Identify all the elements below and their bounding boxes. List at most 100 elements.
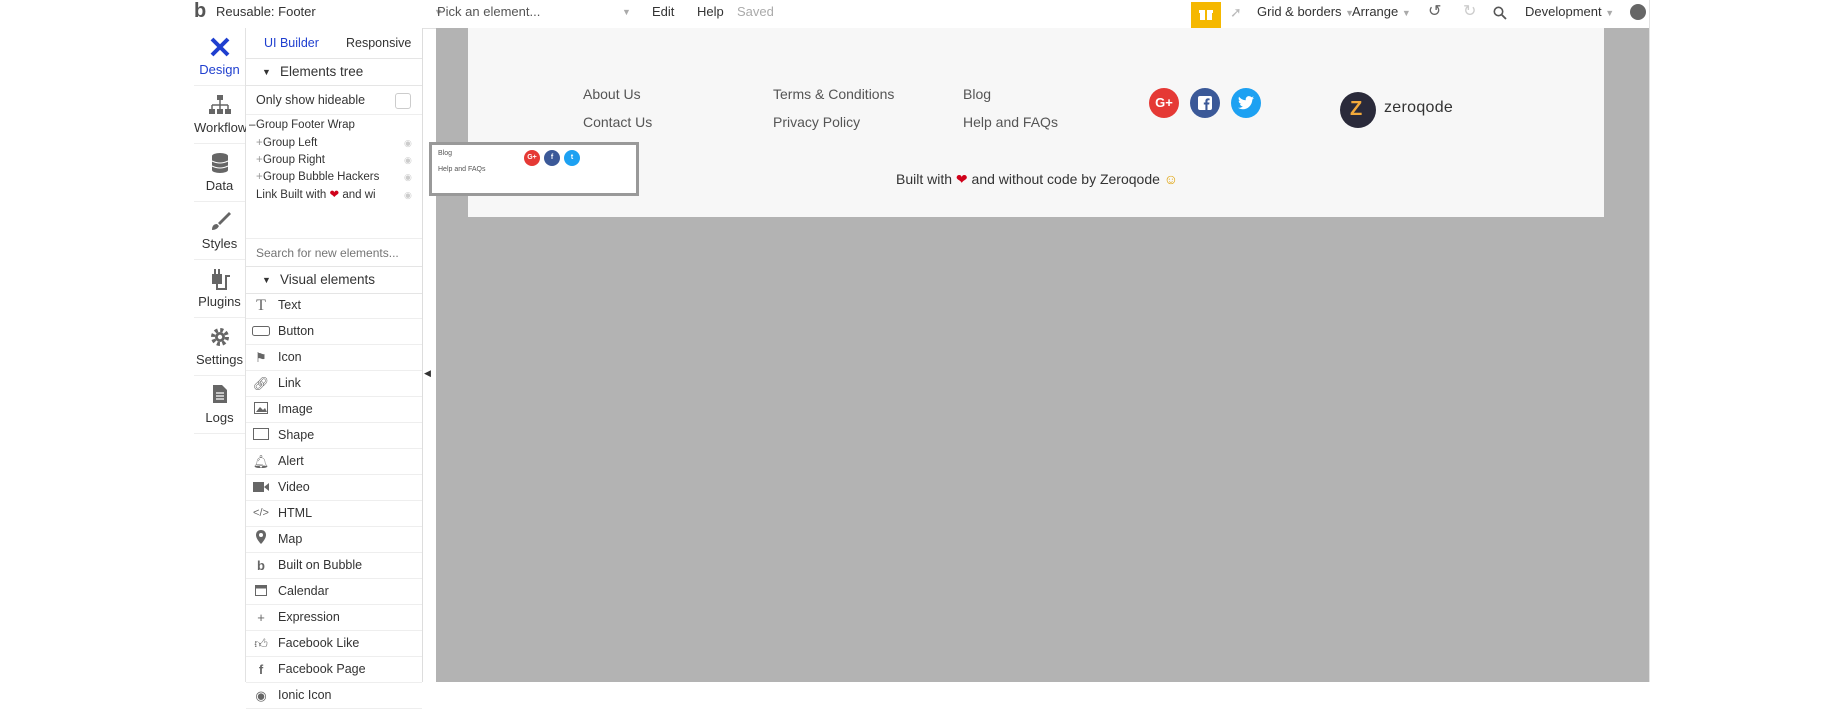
tab-ui-builder[interactable]: UI Builder xyxy=(264,28,319,58)
cursor-icon[interactable]: ➚ xyxy=(1230,0,1242,28)
nav-plugins-label: Plugins xyxy=(198,294,241,309)
brand-name: zeroqode xyxy=(1384,99,1454,116)
built-with-text: and without code by Zeroqode xyxy=(971,171,1160,187)
facebook-icon[interactable] xyxy=(1190,88,1220,118)
nav-workflow-label: Workflow xyxy=(194,120,248,135)
redo-icon[interactable]: ↻ xyxy=(1463,0,1476,28)
plus-icon: + xyxy=(257,610,265,625)
chevron-down-icon: ▼ xyxy=(1605,8,1615,18)
element-label: Facebook Page xyxy=(278,662,366,676)
element-facebook-like[interactable]: 👍︎ Facebook Like xyxy=(246,631,422,657)
element-shape[interactable]: Shape xyxy=(246,423,422,449)
footer-link-terms[interactable]: Terms & Conditions xyxy=(773,86,894,102)
element-built-on-bubble[interactable]: b Built on Bubble xyxy=(246,553,422,579)
element-label: Icon xyxy=(278,350,302,364)
element-text[interactable]: T Text xyxy=(246,293,422,319)
preview-help: Help and FAQs xyxy=(438,166,486,173)
element-expression[interactable]: + Expression xyxy=(246,605,422,631)
arrange-menu[interactable]: Arrange ▼ xyxy=(1352,0,1411,28)
nav-logs-label: Logs xyxy=(205,410,234,425)
map-marker-icon xyxy=(252,527,270,552)
element-button[interactable]: Button xyxy=(246,319,422,345)
nav-logs[interactable]: Logs xyxy=(194,376,245,434)
built-with-text: Built with xyxy=(896,171,953,187)
caret-down-icon: ▼ xyxy=(262,67,271,77)
google-plus-icon[interactable]: G+ xyxy=(1149,88,1179,118)
nav-design[interactable]: Design xyxy=(194,28,245,86)
tab-responsive[interactable]: Responsive xyxy=(346,28,411,58)
nav-plugins[interactable]: Plugins xyxy=(194,260,245,318)
shape-icon xyxy=(252,423,270,448)
element-label: Expression xyxy=(278,610,340,624)
help-menu[interactable]: Help xyxy=(697,0,724,28)
search-elements xyxy=(246,238,422,267)
element-link[interactable]: 🔗︎ Link xyxy=(246,371,422,397)
user-avatar-icon[interactable] xyxy=(1630,4,1646,20)
built-with-link[interactable]: Built with ❤ and without code by Zeroqod… xyxy=(896,171,1178,188)
collapse-panel-icon[interactable]: ◀ xyxy=(424,368,431,379)
tree-item-group-bubble-hackers[interactable]: + Group Bubble Hackers ◉ xyxy=(246,168,422,187)
element-facebook-page[interactable]: f Facebook Page xyxy=(246,657,422,683)
footer-link-privacy[interactable]: Privacy Policy xyxy=(773,114,860,130)
footer-link-help[interactable]: Help and FAQs xyxy=(963,114,1058,130)
footer-link-blog[interactable]: Blog xyxy=(963,86,991,102)
element-label: Alert xyxy=(278,454,304,468)
element-label: Image xyxy=(278,402,313,416)
tree-item-footer-wrap[interactable]: – Group Footer Wrap xyxy=(246,116,422,135)
element-alert[interactable]: 🔔︎ Alert xyxy=(246,449,422,475)
elements-tree-title: Elements tree xyxy=(280,64,364,79)
heart-icon: ❤ xyxy=(329,189,340,201)
nav-data[interactable]: Data xyxy=(194,144,245,202)
calendar-icon xyxy=(252,579,270,604)
document-icon xyxy=(194,384,245,410)
eye-icon[interactable]: ◉ xyxy=(404,168,412,187)
ionic-icon: ◉ xyxy=(255,688,267,703)
grid-borders-menu[interactable]: Grid & borders ▼ xyxy=(1257,0,1354,28)
element-html[interactable]: </> HTML xyxy=(246,501,422,527)
eye-icon[interactable]: ◉ xyxy=(404,186,412,205)
element-map[interactable]: Map xyxy=(246,527,422,553)
footer-link-contact[interactable]: Contact Us xyxy=(583,114,652,130)
facebook-icon: f xyxy=(258,662,264,677)
nav-settings[interactable]: Settings xyxy=(194,318,245,376)
element-label: Video xyxy=(278,480,310,494)
design-canvas[interactable]: About Us Contact Us Terms & Conditions P… xyxy=(429,28,1649,682)
elements-tree-header[interactable]: ▼ Elements tree xyxy=(246,58,422,86)
element-label: Shape xyxy=(278,428,315,442)
expand-icon: + xyxy=(256,171,263,183)
element-calendar[interactable]: Calendar xyxy=(246,579,422,605)
nav-styles-label: Styles xyxy=(201,236,238,251)
element-image[interactable]: Image xyxy=(246,397,422,423)
chevron-down-icon: ▼ xyxy=(1401,8,1411,18)
nav-workflow[interactable]: Workflow xyxy=(194,86,248,144)
element-ionic-icon[interactable]: ◉ Ionic Icon xyxy=(246,683,422,709)
visual-elements-header[interactable]: ▼ Visual elements xyxy=(246,266,422,294)
search-icon[interactable] xyxy=(1493,0,1507,28)
tree-item-link-built-with[interactable]: Link Built with ❤ and wi ◉ xyxy=(246,186,422,205)
tree-item-label: Group Footer Wrap xyxy=(256,119,355,131)
visual-elements-title: Visual elements xyxy=(280,272,376,287)
collapse-icon: – xyxy=(249,119,256,131)
footer-link-about[interactable]: About Us xyxy=(583,86,641,102)
video-icon xyxy=(252,475,270,500)
element-label: Built on Bubble xyxy=(278,558,363,572)
element-picker[interactable]: Pick an element... ▼ xyxy=(437,0,632,28)
tree-item-label: Group Bubble Hackers xyxy=(263,171,380,183)
design-icon xyxy=(194,36,245,62)
nav-styles[interactable]: Styles xyxy=(194,202,245,260)
only-hideable-checkbox[interactable] xyxy=(395,93,411,109)
button-icon xyxy=(252,319,270,344)
element-label: Ionic Icon xyxy=(278,688,332,702)
bubble-logo[interactable]: b xyxy=(194,0,208,28)
gift-icon[interactable] xyxy=(1191,2,1221,28)
element-video[interactable]: Video xyxy=(246,475,422,501)
element-icon[interactable]: ⚑ Icon xyxy=(246,345,422,371)
search-elements-input[interactable] xyxy=(254,245,418,261)
undo-icon[interactable]: ↺ xyxy=(1428,0,1441,28)
brush-icon xyxy=(194,210,245,236)
nav-settings-label: Settings xyxy=(196,352,243,367)
code-icon: </> xyxy=(253,507,269,519)
environment-selector[interactable]: Development ▼ xyxy=(1525,0,1614,28)
twitter-icon[interactable] xyxy=(1231,88,1261,118)
edit-menu[interactable]: Edit xyxy=(652,0,674,28)
